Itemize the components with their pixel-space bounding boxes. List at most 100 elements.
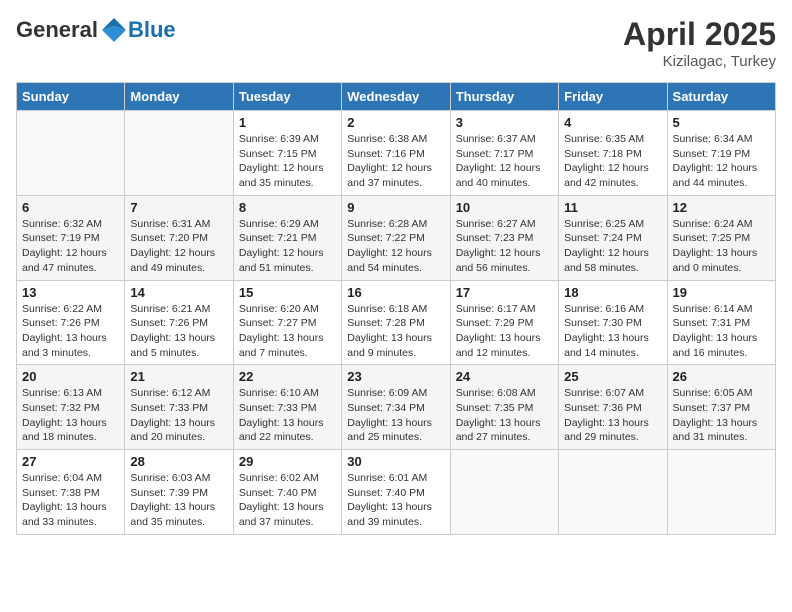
day-number: 18 (564, 285, 661, 300)
col-header-sunday: Sunday (17, 83, 125, 111)
calendar-cell: 8Sunrise: 6:29 AMSunset: 7:21 PMDaylight… (233, 195, 341, 280)
logo-general-text: General (16, 17, 98, 43)
day-info: Sunrise: 6:02 AMSunset: 7:40 PMDaylight:… (239, 471, 336, 530)
day-info: Sunrise: 6:34 AMSunset: 7:19 PMDaylight:… (673, 132, 770, 191)
calendar-week-row: 20Sunrise: 6:13 AMSunset: 7:32 PMDayligh… (17, 365, 776, 450)
calendar-cell: 17 Sunrise: 6:17 AMSunset: 7:29 PMDayligh… (450, 280, 558, 365)
calendar-cell: 18 Sunrise: 6:16 AMSunset: 7:30 PMDayligh… (559, 280, 667, 365)
page-header: General Blue April 2025 Kizilagac, Turke… (16, 16, 776, 70)
calendar-cell: 15 Sunrise: 6:20 AMSunset: 7:27 PMDayligh… (233, 280, 341, 365)
logo-blue-text: Blue (128, 17, 176, 43)
day-info: Sunrise: 6:03 AMSunset: 7:39 PMDaylight:… (130, 471, 227, 530)
day-number: 22 (239, 369, 336, 384)
day-info: Sunrise: 6:24 AMSunset: 7:25 PMDaylight:… (673, 217, 770, 276)
col-header-monday: Monday (125, 83, 233, 111)
day-info: Sunrise: 6:28 AMSunset: 7:22 PMDaylight:… (347, 217, 444, 276)
calendar-cell: 6Sunrise: 6:32 AMSunset: 7:19 PMDaylight… (17, 195, 125, 280)
calendar-cell: 16Sunrise: 6:18 AMSunset: 7:28 PMDayligh… (342, 280, 450, 365)
calendar-cell: 2 Sunrise: 6:38 AMSunset: 7:16 PMDaylight… (342, 111, 450, 196)
day-number: 25 (564, 369, 661, 384)
day-info: Sunrise: 6:07 AMSunset: 7:36 PMDaylight:… (564, 386, 661, 445)
main-title: April 2025 (623, 16, 776, 53)
day-info: Sunrise: 6:21 AMSunset: 7:26 PMDaylight:… (130, 302, 227, 361)
day-info: Sunrise: 6:12 AMSunset: 7:33 PMDaylight:… (130, 386, 227, 445)
col-header-thursday: Thursday (450, 83, 558, 111)
day-info: Sunrise: 6:01 AMSunset: 7:40 PMDaylight:… (347, 471, 444, 530)
day-info: Sunrise: 6:29 AMSunset: 7:21 PMDaylight:… (239, 217, 336, 276)
day-info: Sunrise: 6:05 AMSunset: 7:37 PMDaylight:… (673, 386, 770, 445)
subtitle: Kizilagac, Turkey (623, 53, 776, 70)
day-number: 17 (456, 285, 553, 300)
day-number: 23 (347, 369, 444, 384)
calendar-week-row: 6Sunrise: 6:32 AMSunset: 7:19 PMDaylight… (17, 195, 776, 280)
calendar-cell: 13 Sunrise: 6:22 AMSunset: 7:26 PMDayligh… (17, 280, 125, 365)
col-header-wednesday: Wednesday (342, 83, 450, 111)
day-info: Sunrise: 6:13 AMSunset: 7:32 PMDaylight:… (22, 386, 119, 445)
calendar-cell (667, 450, 775, 535)
day-info: Sunrise: 6:16 AMSunset: 7:30 PMDaylight:… (564, 302, 661, 361)
day-number: 5 (673, 115, 770, 130)
day-info: Sunrise: 6:14 AMSunset: 7:31 PMDaylight:… (673, 302, 770, 361)
calendar-cell: 5 Sunrise: 6:34 AMSunset: 7:19 PMDaylight… (667, 111, 775, 196)
calendar-cell: 4 Sunrise: 6:35 AMSunset: 7:18 PMDaylight… (559, 111, 667, 196)
calendar-cell: 26 Sunrise: 6:05 AMSunset: 7:37 PMDayligh… (667, 365, 775, 450)
logo-icon (100, 16, 128, 44)
col-header-saturday: Saturday (667, 83, 775, 111)
day-info: Sunrise: 6:04 AMSunset: 7:38 PMDaylight:… (22, 471, 119, 530)
day-number: 19 (673, 285, 770, 300)
calendar-cell: 28Sunrise: 6:03 AMSunset: 7:39 PMDayligh… (125, 450, 233, 535)
logo: General Blue (16, 16, 176, 44)
day-info: Sunrise: 6:22 AMSunset: 7:26 PMDaylight:… (22, 302, 119, 361)
calendar-cell: 12 Sunrise: 6:24 AMSunset: 7:25 PMDayligh… (667, 195, 775, 280)
calendar-cell: 14 Sunrise: 6:21 AMSunset: 7:26 PMDayligh… (125, 280, 233, 365)
day-info: Sunrise: 6:38 AMSunset: 7:16 PMDaylight:… (347, 132, 444, 191)
day-info: Sunrise: 6:27 AMSunset: 7:23 PMDaylight:… (456, 217, 553, 276)
day-info: Sunrise: 6:09 AMSunset: 7:34 PMDaylight:… (347, 386, 444, 445)
calendar-cell: 29 Sunrise: 6:02 AMSunset: 7:40 PMDayligh… (233, 450, 341, 535)
day-info: Sunrise: 6:08 AMSunset: 7:35 PMDaylight:… (456, 386, 553, 445)
day-number: 4 (564, 115, 661, 130)
day-number: 24 (456, 369, 553, 384)
day-info: Sunrise: 6:35 AMSunset: 7:18 PMDaylight:… (564, 132, 661, 191)
day-number: 21 (130, 369, 227, 384)
calendar-cell: 1Sunrise: 6:39 AMSunset: 7:15 PMDaylight… (233, 111, 341, 196)
calendar-cell (450, 450, 558, 535)
day-number: 12 (673, 200, 770, 215)
calendar-week-row: 27 Sunrise: 6:04 AMSunset: 7:38 PMDayligh… (17, 450, 776, 535)
calendar-cell: 19 Sunrise: 6:14 AMSunset: 7:31 PMDayligh… (667, 280, 775, 365)
day-info: Sunrise: 6:37 AMSunset: 7:17 PMDaylight:… (456, 132, 553, 191)
day-info: Sunrise: 6:17 AMSunset: 7:29 PMDaylight:… (456, 302, 553, 361)
day-number: 13 (22, 285, 119, 300)
day-number: 29 (239, 454, 336, 469)
day-number: 3 (456, 115, 553, 130)
title-block: April 2025 Kizilagac, Turkey (623, 16, 776, 70)
day-number: 2 (347, 115, 444, 130)
day-number: 11 (564, 200, 661, 215)
col-header-friday: Friday (559, 83, 667, 111)
calendar-cell: 24 Sunrise: 6:08 AMSunset: 7:35 PMDayligh… (450, 365, 558, 450)
col-header-tuesday: Tuesday (233, 83, 341, 111)
day-number: 15 (239, 285, 336, 300)
calendar-cell: 20Sunrise: 6:13 AMSunset: 7:32 PMDayligh… (17, 365, 125, 450)
day-info: Sunrise: 6:20 AMSunset: 7:27 PMDaylight:… (239, 302, 336, 361)
calendar-cell: 25 Sunrise: 6:07 AMSunset: 7:36 PMDayligh… (559, 365, 667, 450)
day-number: 6 (22, 200, 119, 215)
day-info: Sunrise: 6:25 AMSunset: 7:24 PMDaylight:… (564, 217, 661, 276)
calendar-cell: 21 Sunrise: 6:12 AMSunset: 7:33 PMDayligh… (125, 365, 233, 450)
day-number: 7 (130, 200, 227, 215)
day-info: Sunrise: 6:31 AMSunset: 7:20 PMDaylight:… (130, 217, 227, 276)
calendar-header-row: SundayMondayTuesdayWednesdayThursdayFrid… (17, 83, 776, 111)
day-number: 16 (347, 285, 444, 300)
calendar-cell: 3 Sunrise: 6:37 AMSunset: 7:17 PMDaylight… (450, 111, 558, 196)
calendar-cell: 27 Sunrise: 6:04 AMSunset: 7:38 PMDayligh… (17, 450, 125, 535)
calendar-cell: 9 Sunrise: 6:28 AMSunset: 7:22 PMDaylight… (342, 195, 450, 280)
calendar-week-row: 1Sunrise: 6:39 AMSunset: 7:15 PMDaylight… (17, 111, 776, 196)
day-info: Sunrise: 6:39 AMSunset: 7:15 PMDaylight:… (239, 132, 336, 191)
day-number: 26 (673, 369, 770, 384)
calendar-cell: 7 Sunrise: 6:31 AMSunset: 7:20 PMDaylight… (125, 195, 233, 280)
day-number: 30 (347, 454, 444, 469)
day-number: 14 (130, 285, 227, 300)
day-number: 27 (22, 454, 119, 469)
day-info: Sunrise: 6:10 AMSunset: 7:33 PMDaylight:… (239, 386, 336, 445)
day-number: 9 (347, 200, 444, 215)
